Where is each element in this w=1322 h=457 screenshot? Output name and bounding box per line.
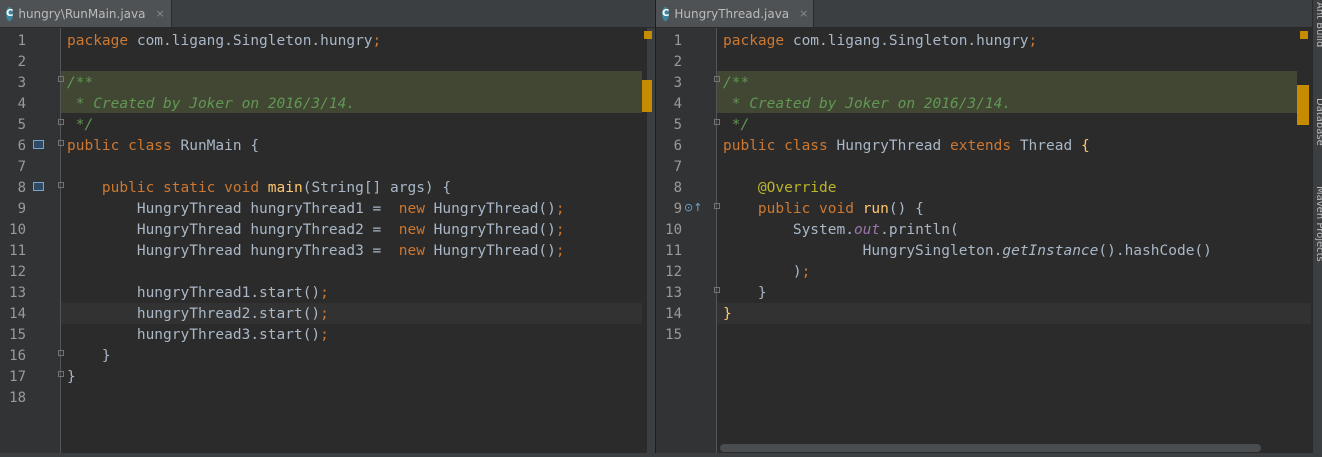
line-number: 15 — [665, 327, 682, 343]
tab-runmain[interactable]: C hungry\RunMain.java × — [0, 0, 172, 27]
code-line[interactable]: HungrySingleton.getInstance().hashCode() — [723, 241, 1212, 262]
run-gutter-icon[interactable] — [33, 182, 44, 191]
code-line[interactable]: public class RunMain { — [67, 136, 259, 157]
code-line[interactable]: */ — [67, 115, 93, 136]
code-line[interactable]: */ — [723, 115, 749, 136]
line-number: 9 — [17, 201, 26, 217]
line-number: 13 — [9, 285, 26, 301]
code-line[interactable]: } — [723, 304, 732, 325]
line-number: 6 — [17, 138, 26, 154]
line-number: 11 — [665, 243, 682, 259]
code-line[interactable]: HungryThread hungryThread2 = new HungryT… — [67, 220, 565, 241]
fold-marker-icon[interactable] — [58, 76, 64, 82]
line-number: 10 — [9, 222, 26, 238]
fold-marker-icon[interactable] — [714, 203, 720, 209]
code-line[interactable]: hungryThread3.start(); — [67, 325, 329, 346]
line-number: 14 — [9, 306, 26, 322]
line-number: 8 — [17, 180, 26, 196]
tool-window-strip: Ant Build Database Maven Projects — [1312, 0, 1322, 457]
editor-pane-hungrythread: C HungryThread.java × 1 package com.ligan… — [656, 0, 1312, 457]
line-number: 10 — [665, 222, 682, 238]
code-line[interactable]: } — [67, 367, 76, 388]
line-number: 8 — [673, 180, 682, 196]
line-number: 2 — [17, 54, 26, 70]
line-number: 5 — [673, 117, 682, 133]
line-number: 7 — [673, 159, 682, 175]
line-number: 4 — [673, 96, 682, 112]
code-line[interactable]: hungryThread1.start(); — [67, 283, 329, 304]
fold-marker-icon[interactable] — [714, 76, 720, 82]
fold-marker-icon[interactable] — [58, 182, 64, 188]
editor-pane-runmain: C hungry\RunMain.java × 1 package com.lig… — [0, 0, 656, 457]
code-line[interactable]: @Override — [723, 178, 837, 199]
database-tool-button[interactable]: Database — [1314, 98, 1322, 146]
line-number: 13 — [665, 285, 682, 301]
scroll-marker[interactable] — [1297, 85, 1309, 125]
fold-marker-icon[interactable] — [58, 140, 64, 146]
override-method-icon[interactable]: ⊙↑ — [684, 201, 702, 214]
line-number: 12 — [665, 264, 682, 280]
tab-hungrythread-label: HungryThread.java — [674, 6, 790, 21]
maven-projects-tool-button[interactable]: Maven Projects — [1314, 186, 1322, 262]
code-line[interactable]: public class HungryThread extends Thread… — [723, 136, 1090, 157]
line-number: 2 — [673, 54, 682, 70]
code-line[interactable]: package com.ligang.Singleton.hungry; — [67, 31, 381, 52]
ant-build-tool-button[interactable]: Ant Build — [1314, 2, 1322, 47]
code-line[interactable]: } — [723, 283, 767, 304]
close-icon[interactable]: × — [799, 7, 808, 20]
code-line[interactable]: HungryThread hungryThread1 = new HungryT… — [67, 199, 565, 220]
code-line[interactable]: /** — [67, 73, 93, 94]
line-number: 3 — [673, 75, 682, 91]
line-number: 6 — [673, 138, 682, 154]
fold-marker-icon[interactable] — [58, 371, 64, 377]
tab-bar-left: C hungry\RunMain.java × — [0, 0, 655, 28]
tab-bar-right: C HungryThread.java × — [656, 0, 1312, 28]
line-number: 16 — [9, 348, 26, 364]
line-number: 12 — [9, 264, 26, 280]
line-number: 1 — [17, 33, 26, 49]
code-line[interactable]: hungryThread2.start(); — [67, 304, 329, 325]
code-line[interactable]: package com.ligang.Singleton.hungry; — [723, 31, 1037, 52]
scroll-marker[interactable] — [642, 80, 652, 112]
line-number: 3 — [17, 75, 26, 91]
ide-window: C hungry\RunMain.java × 1 package com.lig… — [0, 0, 1322, 457]
line-number: 5 — [17, 117, 26, 133]
line-number: 4 — [17, 96, 26, 112]
code-line[interactable]: } — [67, 346, 111, 367]
line-number: 9 — [673, 201, 682, 217]
status-strip — [0, 453, 1322, 457]
line-number: 14 — [665, 306, 682, 322]
line-number: 17 — [9, 369, 26, 385]
code-line[interactable]: ); — [723, 262, 810, 283]
close-icon[interactable]: × — [155, 7, 164, 20]
line-number: 1 — [673, 33, 682, 49]
fold-marker-icon[interactable] — [58, 119, 64, 125]
fold-marker-icon[interactable] — [58, 350, 64, 356]
line-number: 7 — [17, 159, 26, 175]
line-number: 15 — [9, 327, 26, 343]
code-line[interactable]: public static void main(String[] args) { — [67, 178, 451, 199]
code-line[interactable]: * Created by Joker on 2016/3/14. — [723, 94, 1011, 115]
horizontal-scrollbar[interactable] — [720, 444, 1261, 452]
fold-marker-icon[interactable] — [714, 119, 720, 125]
line-number: 18 — [9, 390, 26, 406]
class-file-icon: C — [662, 6, 670, 21]
current-line-highlight — [717, 303, 1311, 324]
code-line[interactable]: System.out.println( — [723, 220, 959, 241]
class-file-icon: C — [6, 6, 14, 21]
run-gutter-icon[interactable] — [33, 140, 44, 149]
code-line[interactable]: /** — [723, 73, 749, 94]
tab-runmain-label: hungry\RunMain.java — [18, 6, 146, 21]
code-line[interactable]: public void run() { — [723, 199, 924, 220]
tab-hungrythread[interactable]: C HungryThread.java × — [656, 0, 814, 27]
code-line[interactable]: HungryThread hungryThread3 = new HungryT… — [67, 241, 565, 262]
code-line[interactable]: * Created by Joker on 2016/3/14. — [67, 94, 355, 115]
warning-indicator-icon[interactable] — [644, 31, 652, 39]
warning-indicator-icon[interactable] — [1300, 31, 1308, 39]
fold-marker-icon[interactable] — [714, 287, 720, 293]
line-number: 11 — [9, 243, 26, 259]
